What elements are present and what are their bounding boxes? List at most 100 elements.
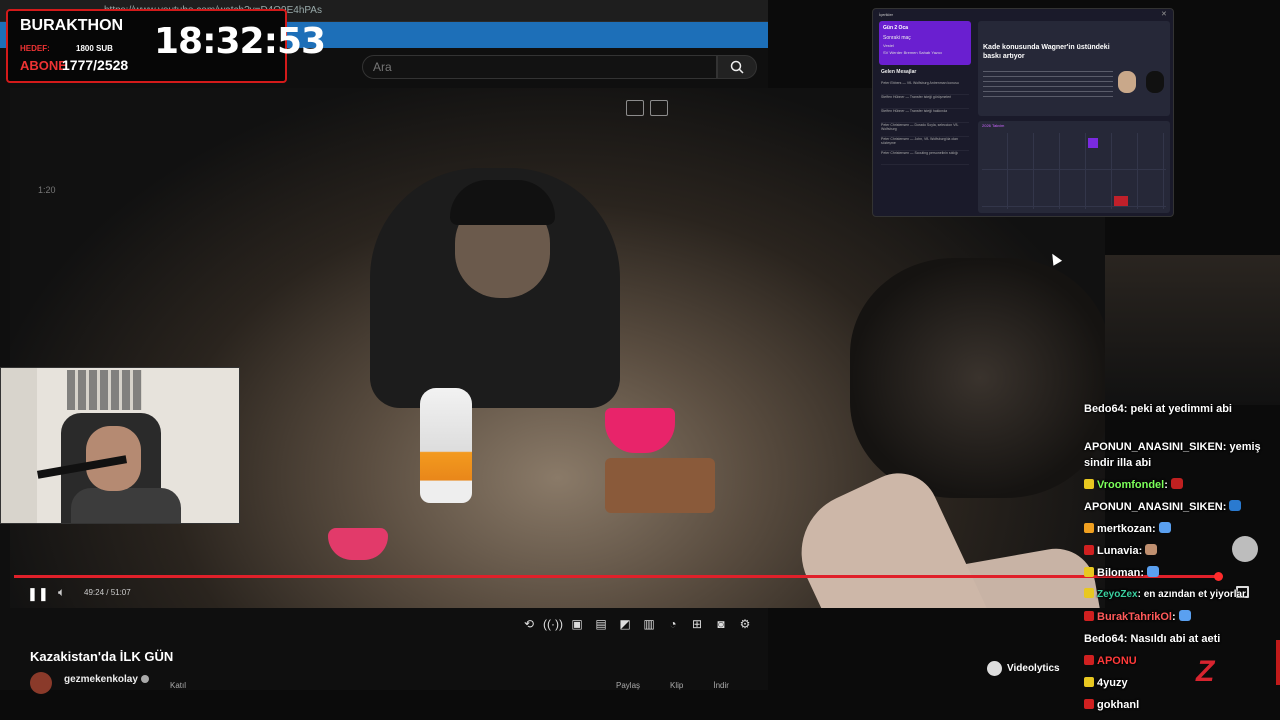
chat-message: Bedo64: Nasıldı abi at aeti [1084, 633, 1221, 645]
message-item[interactable]: Peter Christensen — Scouting personelini… [881, 151, 969, 165]
badge-icon [1084, 611, 1094, 621]
videolytics-icon [987, 661, 1002, 676]
search-icon [730, 60, 744, 74]
chat-message: 4yuzy [1084, 676, 1128, 691]
settings-icon[interactable]: ⚙ [736, 615, 754, 633]
chat-message: BurakTahrikOl: [1084, 610, 1191, 625]
calendar-card[interactable]: 2026 Takvim [978, 121, 1170, 213]
emote-icon [1147, 566, 1160, 577]
video-person-right [850, 258, 1105, 498]
webcam-feed [0, 367, 240, 524]
chat-message: Vroomfondel: [1084, 478, 1183, 493]
video-right-region [1104, 255, 1280, 405]
messages-list: Peter Ebbers — VfL Wolfsburg Antrenman k… [881, 81, 969, 165]
news-face-1 [1118, 71, 1136, 93]
video-pink-cup [605, 408, 675, 453]
chat-message: sindir illa abi [1084, 457, 1152, 469]
close-icon[interactable]: ✕ [1161, 10, 1167, 18]
download-button[interactable]: İndir [713, 681, 729, 690]
badge-icon [1084, 588, 1094, 598]
emote-icon [1170, 478, 1183, 489]
screenshot-icon[interactable]: ◙ [712, 615, 730, 633]
join-button[interactable]: Katıl [170, 681, 186, 690]
add-icon[interactable]: ⊞ [688, 615, 706, 633]
audio-icon[interactable]: ((·)) [543, 615, 563, 633]
news-card[interactable]: Kade konusunda Wagner'in üstündeki baskı… [978, 21, 1170, 116]
clip-icon[interactable]: ▤ [592, 615, 610, 633]
card-subtitle: Sonraki maç [883, 35, 911, 41]
counter-target-value: 1800 SUB [76, 44, 113, 53]
video-food [605, 458, 715, 513]
message-item[interactable]: Peter Ebbers — VfL Wolfsburg Antrenman k… [881, 81, 969, 95]
calendar-match [1114, 196, 1128, 206]
badge-icon [1084, 699, 1094, 709]
message-item[interactable]: Peter Christensen — Dorado Soyla, selecc… [881, 123, 969, 137]
chat-scroll-button[interactable] [1232, 536, 1258, 562]
webcam-person-body [71, 488, 181, 523]
progress-bar[interactable] [14, 575, 1219, 578]
notes-icon[interactable] [650, 100, 668, 116]
right-edge-bar [1276, 640, 1280, 685]
counter-clock: 18:32:53 [154, 21, 326, 62]
videolytics-label: Videolytics [1007, 663, 1060, 674]
frame-icon[interactable]: ▥ [640, 615, 658, 633]
badge-icon [1084, 545, 1094, 555]
stream-scene: https://www.youtube.com/watch?v=D4Q9E4hP… [0, 0, 1280, 720]
counter-target-label: HEDEF: [20, 44, 50, 53]
chat-message: Bedo64: peki at yedimmi abi [1084, 403, 1232, 415]
counter-sub-label: ABONE [20, 58, 67, 73]
clip-button[interactable]: Klip [670, 681, 683, 690]
picture-in-picture-icon[interactable] [626, 100, 644, 116]
news-title: Kade konusunda Wagner'in üstündeki baskı… [983, 44, 1110, 61]
volume-icon[interactable]: 🔈︎ [58, 585, 65, 600]
chat-message: mertkozan: [1084, 522, 1171, 537]
subathon-counter: BURAKTHON HEDEF: 1800 SUB ABONE 1777/252… [6, 9, 326, 83]
video-bottle [420, 388, 472, 503]
messages-title: Gelen Mesajlar [881, 69, 917, 75]
loop-icon[interactable]: ⟲ [520, 615, 538, 633]
badge-icon [1084, 567, 1094, 577]
video-person-hat [450, 180, 555, 225]
channel-name[interactable]: gezmekenkolay [64, 674, 149, 685]
counter-brand: BURAKTHON [20, 17, 124, 34]
emote-icon [1145, 544, 1158, 555]
card-line-1: Vestel [883, 43, 894, 48]
news-body [983, 71, 1113, 97]
video-small-time: 1:20 [38, 185, 56, 195]
speed-icon[interactable]: ◔ [664, 615, 682, 633]
calendar-grid [982, 133, 1166, 209]
search-input[interactable] [363, 56, 716, 78]
pause-button[interactable]: ❚❚ [27, 586, 49, 602]
emote-icon [1178, 610, 1191, 621]
emote-icon [1229, 500, 1242, 511]
message-item[interactable]: Steffen Hübner — Transfer isteği görüşme… [881, 95, 969, 109]
crop-icon[interactable]: ◩ [616, 615, 634, 633]
videolytics-widget[interactable]: Videolytics [987, 661, 1060, 676]
player-time: 49:24 / 51:07 [84, 588, 131, 597]
calendar-highlight [1088, 138, 1098, 148]
channel-avatar[interactable] [30, 672, 52, 694]
card-line-2: SV Werder Bremen Sahab Yazıcı [883, 50, 943, 55]
message-item[interactable]: Peter Christensen — John, VfL Wolfsburg'… [881, 137, 969, 151]
hd-icon[interactable]: ▣ [568, 615, 586, 633]
chat-message: ZeyoZex: en azından et yiyorlar [1084, 588, 1246, 602]
next-match-card[interactable]: Gün 2 Oca Sonraki maç Vestel SV Werder B… [879, 21, 971, 65]
search-button[interactable] [717, 55, 757, 79]
badge-icon [1084, 677, 1094, 687]
chat-message: APONU [1084, 654, 1137, 669]
chat-message: APONUN_ANASINI_SIKEN: yemiş [1084, 441, 1261, 453]
video-pink-bowl [328, 528, 388, 560]
counter-sub-value: 1777/2528 [62, 57, 129, 73]
chat-message: gokhanl [1084, 698, 1139, 713]
emote-icon [1158, 522, 1171, 533]
video-title: Kazakistan'da İLK GÜN [30, 649, 174, 664]
brand-logo: Z [1196, 655, 1215, 688]
chat-message: Biloman: [1084, 566, 1160, 581]
message-item[interactable]: Steffen Hübner — Transfer isteği hakkınd… [881, 109, 969, 123]
verified-icon [140, 675, 149, 684]
search-box[interactable] [362, 55, 717, 79]
chat-message: APONUN_ANASINI_SIKEN: [1084, 500, 1242, 515]
share-button[interactable]: Paylaş [616, 681, 640, 690]
chat-message: Lunavia: [1084, 544, 1158, 559]
game-popup: İçerikler ✕ Gün 2 Oca Sonraki maç Vestel… [872, 8, 1174, 217]
